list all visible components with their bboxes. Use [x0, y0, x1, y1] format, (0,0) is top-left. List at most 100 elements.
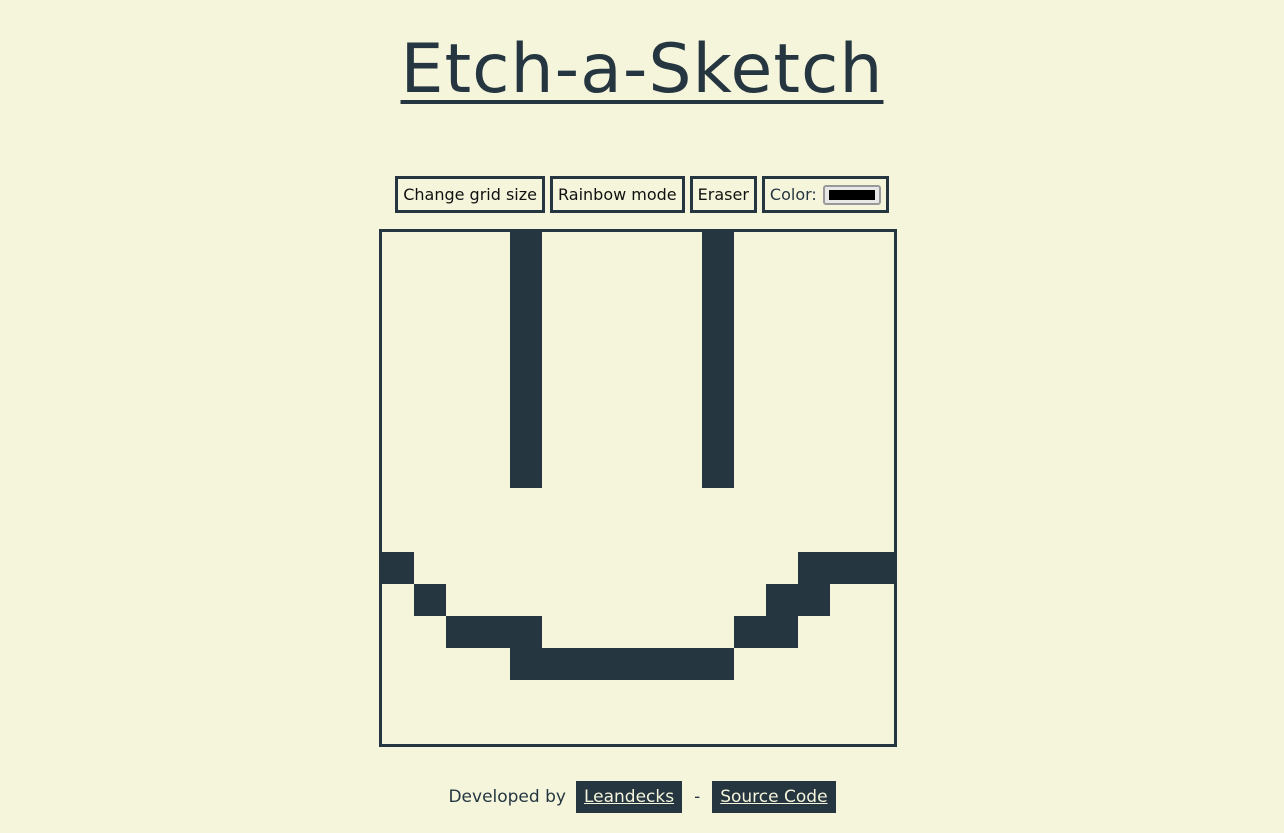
grid-cell[interactable]: [638, 488, 670, 520]
grid-cell[interactable]: [734, 520, 766, 552]
grid-cell[interactable]: [734, 584, 766, 616]
grid-cell[interactable]: [542, 616, 574, 648]
grid-cell[interactable]: [606, 392, 638, 424]
grid-cell[interactable]: [766, 360, 798, 392]
grid-cell[interactable]: [446, 488, 478, 520]
grid-cell[interactable]: [734, 456, 766, 488]
grid-cell[interactable]: [510, 456, 542, 488]
grid-cell[interactable]: [702, 488, 734, 520]
grid-cell[interactable]: [862, 264, 894, 296]
grid-cell[interactable]: [862, 424, 894, 456]
grid-cell[interactable]: [574, 712, 606, 744]
grid-cell[interactable]: [446, 584, 478, 616]
grid-cell[interactable]: [510, 328, 542, 360]
grid-cell[interactable]: [862, 520, 894, 552]
grid-cell[interactable]: [606, 520, 638, 552]
grid-cell[interactable]: [766, 392, 798, 424]
grid-cell[interactable]: [542, 328, 574, 360]
grid-cell[interactable]: [734, 424, 766, 456]
grid-cell[interactable]: [638, 552, 670, 584]
grid-cell[interactable]: [798, 328, 830, 360]
grid-cell[interactable]: [638, 264, 670, 296]
grid-cell[interactable]: [542, 520, 574, 552]
grid-cell[interactable]: [510, 296, 542, 328]
grid-cell[interactable]: [670, 296, 702, 328]
grid-cell[interactable]: [862, 328, 894, 360]
grid-cell[interactable]: [414, 456, 446, 488]
grid-cell[interactable]: [862, 296, 894, 328]
grid-cell[interactable]: [606, 648, 638, 680]
grid-cell[interactable]: [510, 616, 542, 648]
grid-cell[interactable]: [670, 456, 702, 488]
grid-cell[interactable]: [830, 392, 862, 424]
grid-cell[interactable]: [510, 424, 542, 456]
grid-cell[interactable]: [414, 616, 446, 648]
grid-cell[interactable]: [670, 584, 702, 616]
grid-cell[interactable]: [510, 360, 542, 392]
grid-cell[interactable]: [446, 552, 478, 584]
grid-cell[interactable]: [766, 616, 798, 648]
grid-cell[interactable]: [638, 520, 670, 552]
grid-cell[interactable]: [574, 488, 606, 520]
grid-cell[interactable]: [478, 616, 510, 648]
grid-cell[interactable]: [734, 328, 766, 360]
grid-cell[interactable]: [830, 296, 862, 328]
grid-cell[interactable]: [798, 360, 830, 392]
grid-cell[interactable]: [798, 392, 830, 424]
grid-cell[interactable]: [830, 360, 862, 392]
grid-cell[interactable]: [446, 680, 478, 712]
grid-cell[interactable]: [830, 712, 862, 744]
grid-cell[interactable]: [574, 648, 606, 680]
grid-cell[interactable]: [606, 232, 638, 264]
grid-cell[interactable]: [382, 328, 414, 360]
grid-cell[interactable]: [478, 584, 510, 616]
grid-cell[interactable]: [510, 264, 542, 296]
grid-cell[interactable]: [798, 616, 830, 648]
grid-cell[interactable]: [702, 456, 734, 488]
grid-cell[interactable]: [766, 584, 798, 616]
grid-cell[interactable]: [574, 360, 606, 392]
grid-cell[interactable]: [606, 712, 638, 744]
grid-cell[interactable]: [766, 328, 798, 360]
grid-cell[interactable]: [862, 232, 894, 264]
grid-cell[interactable]: [670, 552, 702, 584]
grid-cell[interactable]: [446, 328, 478, 360]
grid-cell[interactable]: [638, 296, 670, 328]
grid-cell[interactable]: [414, 232, 446, 264]
grid-cell[interactable]: [638, 584, 670, 616]
grid-cell[interactable]: [830, 584, 862, 616]
grid-cell[interactable]: [734, 360, 766, 392]
grid-cell[interactable]: [478, 328, 510, 360]
grid-cell[interactable]: [702, 680, 734, 712]
grid-cell[interactable]: [446, 264, 478, 296]
grid-cell[interactable]: [766, 712, 798, 744]
grid-cell[interactable]: [510, 584, 542, 616]
grid-cell[interactable]: [382, 360, 414, 392]
grid-cell[interactable]: [702, 712, 734, 744]
grid-cell[interactable]: [542, 712, 574, 744]
grid-cell[interactable]: [478, 296, 510, 328]
grid-cell[interactable]: [574, 552, 606, 584]
grid-cell[interactable]: [414, 392, 446, 424]
change-grid-size-button[interactable]: Change grid size: [395, 176, 545, 213]
grid-cell[interactable]: [638, 456, 670, 488]
grid-cell[interactable]: [734, 712, 766, 744]
grid-cell[interactable]: [734, 488, 766, 520]
color-picker-control[interactable]: Color:: [761, 176, 889, 213]
grid-cell[interactable]: [670, 232, 702, 264]
grid-cell[interactable]: [382, 296, 414, 328]
grid-cell[interactable]: [830, 488, 862, 520]
grid-cell[interactable]: [542, 264, 574, 296]
grid-cell[interactable]: [574, 616, 606, 648]
grid-cell[interactable]: [702, 584, 734, 616]
grid-cell[interactable]: [382, 648, 414, 680]
grid-cell[interactable]: [862, 392, 894, 424]
grid-cell[interactable]: [702, 360, 734, 392]
grid-cell[interactable]: [382, 712, 414, 744]
grid-cell[interactable]: [830, 520, 862, 552]
grid-cell[interactable]: [414, 296, 446, 328]
grid-cell[interactable]: [542, 360, 574, 392]
grid-cell[interactable]: [798, 648, 830, 680]
grid-cell[interactable]: [510, 232, 542, 264]
grid-cell[interactable]: [702, 392, 734, 424]
